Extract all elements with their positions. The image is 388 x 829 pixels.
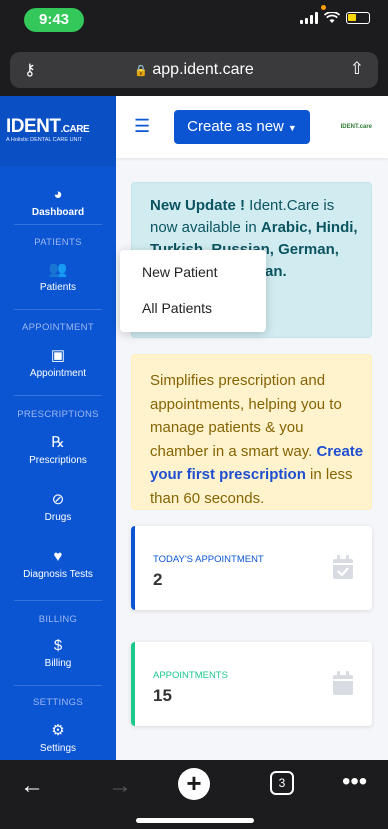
rx-icon: ℞ — [51, 434, 65, 451]
users-icon: 👥 — [48, 261, 68, 278]
menu-item-new-patient[interactable]: New Patient — [142, 264, 217, 280]
appointments-card[interactable]: APPOINTMENTS 15 — [131, 642, 372, 726]
patients-dropdown: New Patient All Patients — [120, 250, 266, 332]
section-appointment: APPOINTMENT — [22, 322, 94, 333]
sidebar-item-patients[interactable]: 👥 Patients — [0, 260, 116, 293]
status-time: 9:43 — [24, 8, 84, 32]
dollar-icon: $ — [53, 637, 63, 654]
divider — [14, 224, 102, 225]
intro-text: Simplifies prescription and appointments… — [150, 372, 342, 460]
stat-value: 2 — [153, 570, 163, 589]
share-icon[interactable]: ⇧ — [350, 59, 364, 79]
section-settings: SETTINGS — [33, 697, 83, 708]
divider — [14, 309, 102, 310]
browser-toolbar: ← → + 3 ••• — [0, 760, 388, 829]
divider — [14, 600, 102, 601]
stat-value: 15 — [153, 686, 172, 705]
forward-arrow-icon[interactable]: → — [108, 772, 132, 800]
todays-appointment-card[interactable]: TODAY'S APPOINTMENT 2 — [131, 526, 372, 610]
mic-indicator-dot — [321, 5, 326, 10]
lock-icon: 🔒 — [134, 65, 148, 77]
section-billing: BILLING — [38, 614, 78, 625]
address-bar[interactable]: ⚷ 🔒 app.ident.care ⇧ — [10, 52, 378, 88]
section-patients: PATIENTS — [34, 237, 82, 248]
tabs-button[interactable]: 3 — [270, 771, 294, 795]
create-as-new-button[interactable]: Create as new ▼ — [174, 110, 310, 144]
topbar-logo: IDENT.care — [340, 124, 372, 130]
brand-logo[interactable]: IDENT.CARE A Holistic DENTAL CARE UNIT — [0, 96, 116, 166]
url-label: app.ident.care — [152, 61, 254, 78]
divider — [14, 685, 102, 686]
cogs-icon: ⚙ — [51, 722, 65, 739]
wifi-icon — [324, 12, 340, 23]
sidebar-item-billing[interactable]: $ Billing — [0, 637, 116, 669]
sidebar-item-dashboard[interactable]: ◕ Dashboard — [0, 186, 116, 218]
sidebar-item-settings[interactable]: ⚙ Settings — [0, 721, 116, 754]
app-viewport: IDENT.CARE A Holistic DENTAL CARE UNIT ◕… — [0, 96, 388, 760]
status-bar: 9:43 — [0, 0, 388, 48]
url-text[interactable]: 🔒 app.ident.care — [10, 61, 378, 79]
pills-icon: ⊘ — [51, 491, 65, 508]
heartbeat-icon: ♥ — [53, 548, 63, 565]
phone-screen: 9:43 ⚷ 🔒 app.ident.care ⇧ IDENT.CARE A H… — [0, 0, 388, 829]
stat-label: APPOINTMENTS — [153, 670, 228, 681]
stat-label: TODAY'S APPOINTMENT — [153, 554, 264, 565]
calendar-icon — [333, 671, 353, 695]
section-prescriptions: PRESCRIPTIONS — [17, 409, 99, 420]
sidebar-item-appointment[interactable]: ▣ Appointment — [0, 346, 116, 379]
system-icons — [300, 12, 370, 24]
calendar-plus-icon: ▣ — [50, 347, 66, 364]
hamburger-menu-icon[interactable]: ☰ — [134, 116, 150, 137]
battery-icon — [346, 12, 370, 24]
signal-icon — [300, 12, 318, 24]
home-indicator — [136, 818, 254, 823]
topbar: ☰ Create as new ▼ IDENT.care — [116, 96, 388, 158]
intro-alert: Simplifies prescription and appointments… — [131, 354, 372, 510]
sidebar: IDENT.CARE A Holistic DENTAL CARE UNIT ◕… — [0, 96, 116, 760]
tachometer-icon: ◕ — [53, 186, 63, 203]
sidebar-item-prescriptions[interactable]: ℞ Prescriptions — [0, 433, 116, 466]
caret-down-icon: ▼ — [287, 123, 297, 133]
new-tab-plus-icon[interactable]: + — [178, 768, 210, 800]
more-dots-icon[interactable]: ••• — [342, 768, 367, 796]
sidebar-item-diagnosis-tests[interactable]: ♥ Diagnosis Tests — [0, 548, 116, 580]
back-arrow-icon[interactable]: ← — [20, 772, 44, 800]
brand-tagline: A Holistic DENTAL CARE UNIT — [6, 137, 83, 143]
menu-item-all-patients[interactable]: All Patients — [142, 300, 212, 316]
sidebar-item-drugs[interactable]: ⊘ Drugs — [0, 490, 116, 523]
update-title: New Update ! — [150, 197, 246, 214]
calendar-check-icon — [333, 555, 353, 579]
divider — [14, 395, 102, 396]
